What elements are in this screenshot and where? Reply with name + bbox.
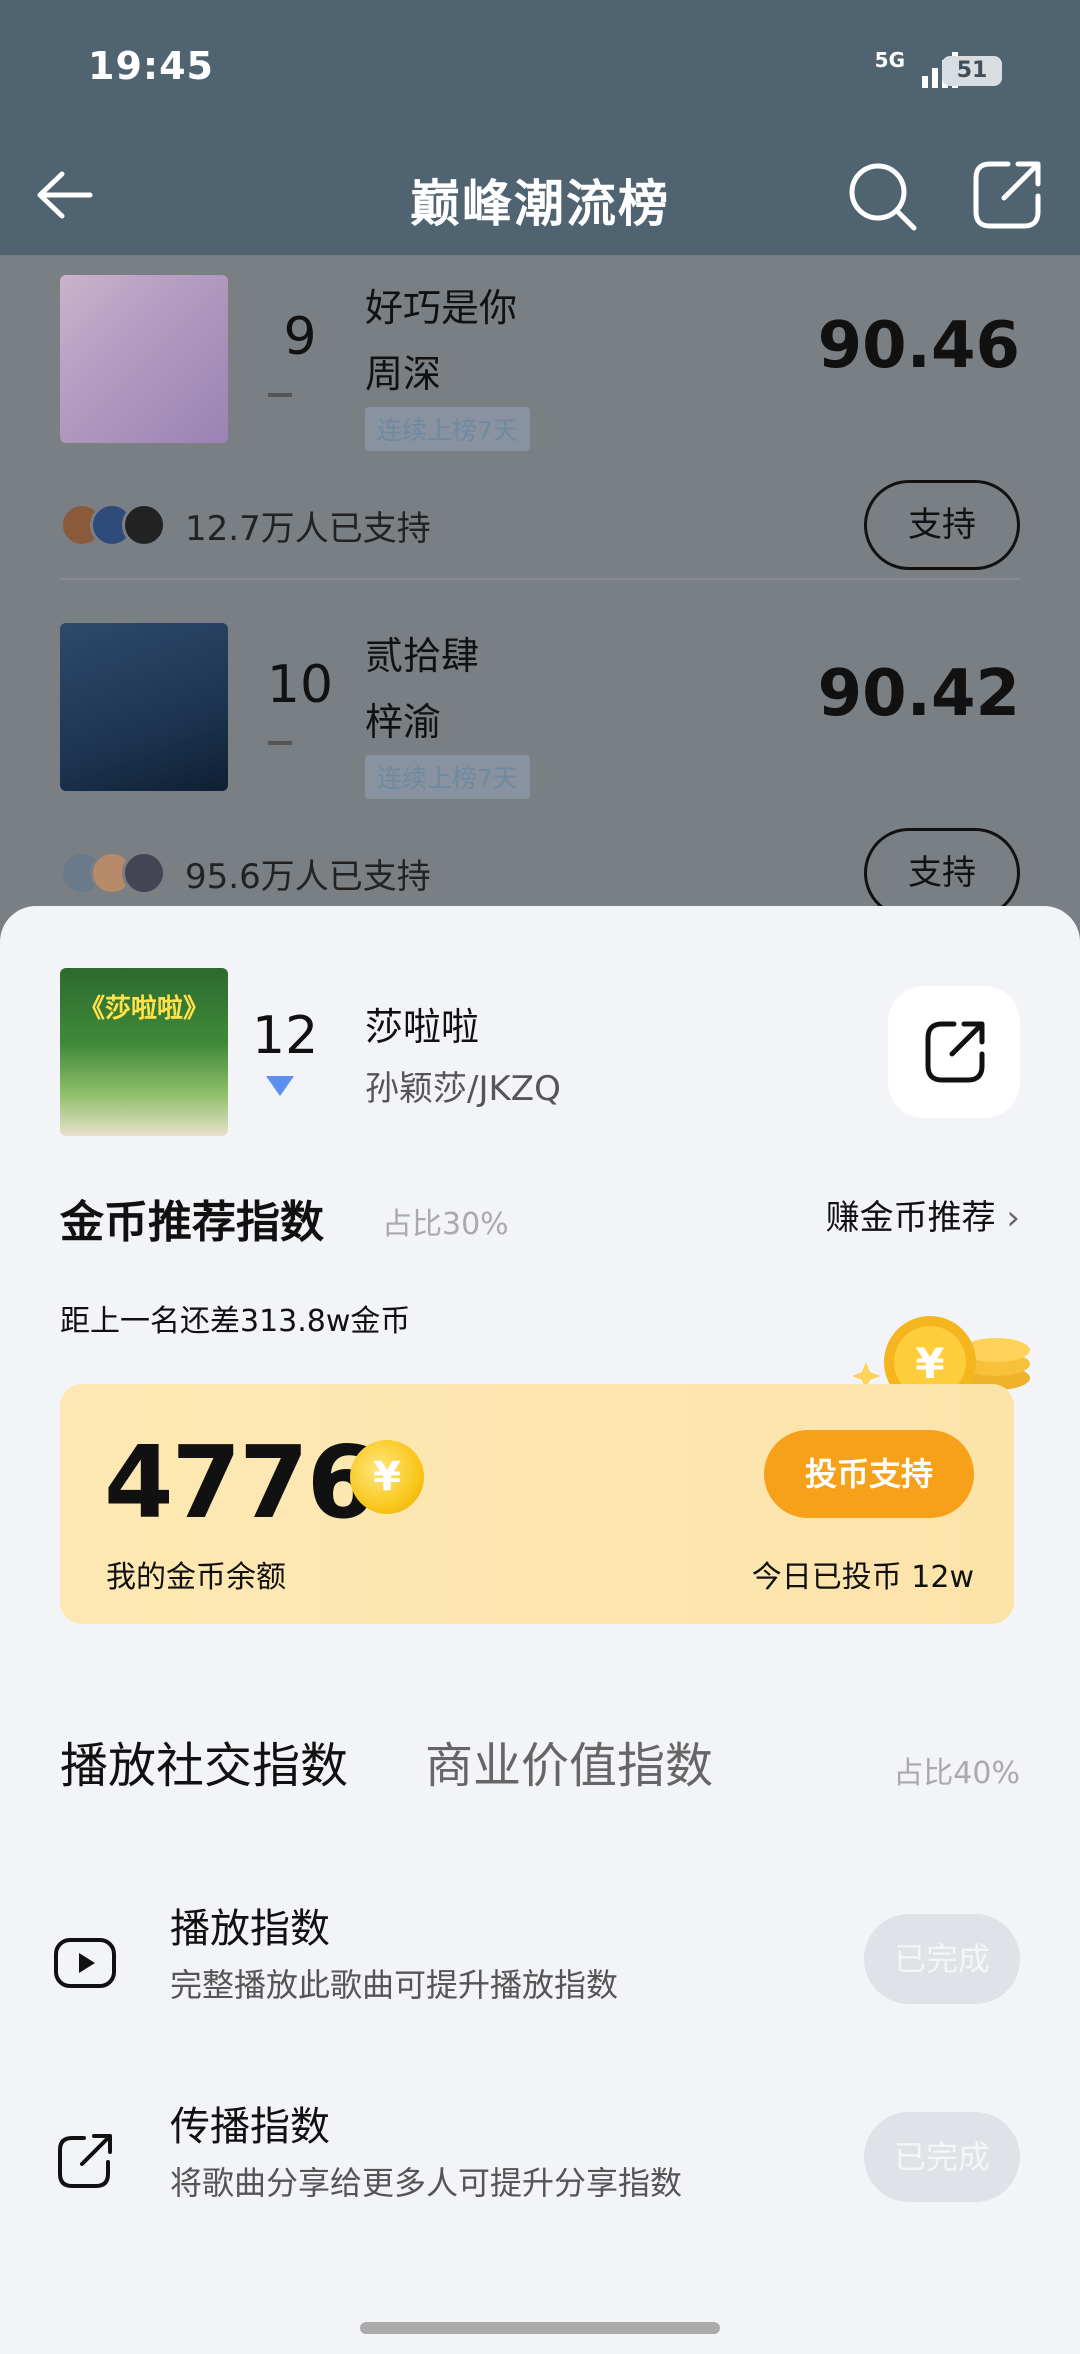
support-button[interactable]: 支持 (864, 480, 1020, 570)
supporter-avatars (60, 851, 175, 895)
status-time: 19:45 (88, 44, 214, 88)
share-icon[interactable] (968, 156, 1046, 234)
task-description: 将歌曲分享给更多人可提升分享指数 (170, 2164, 683, 2202)
network-label: 5G (874, 48, 905, 72)
current-song-title: 莎啦啦 (365, 1005, 480, 1049)
home-indicator[interactable] (360, 2322, 720, 2334)
album-cover (60, 623, 228, 791)
coin-icon: ¥ (350, 1440, 424, 1514)
top-bar: 巅峰潮流榜 (0, 140, 1080, 255)
supporter-count: 95.6万人已支持 (185, 857, 431, 897)
task-description: 完整播放此歌曲可提升播放指数 (170, 1966, 619, 2004)
task-item-play: 播放指数 完整播放此歌曲可提升播放指数 已完成 (0, 1896, 1080, 2036)
rank-unchanged-indicator (268, 741, 292, 745)
score-value: 90.42 (817, 657, 1020, 731)
ranking-list: 9 好巧是你 周深 连续上榜7天 90.46 12.7万人已支持 支持 10 贰… (0, 255, 1080, 955)
earn-coins-link[interactable]: 赚金币推荐 › (826, 1190, 1020, 1239)
supporter-count: 12.7万人已支持 (185, 509, 431, 549)
gap-text: 距上一名还差313.8w金币 (60, 1304, 411, 1339)
coin-index-ratio: 占比30% (382, 1207, 509, 1242)
vote-coin-button[interactable]: 投币支持 (764, 1430, 974, 1518)
completed-button[interactable]: 已完成 (864, 2112, 1020, 2202)
bottom-sheet: 《莎啦啦》 12 莎啦啦 孙颖莎/JKZQ 金币推荐指数 占比30% 赚金币推荐… (0, 906, 1080, 2354)
completed-button[interactable]: 已完成 (864, 1914, 1020, 2004)
today-voted-text: 今日已投币 12w (751, 1560, 974, 1595)
task-item-share: 传播指数 将歌曲分享给更多人可提升分享指数 已完成 (0, 2094, 1080, 2234)
rank-down-icon (266, 1076, 294, 1096)
divider (60, 578, 1020, 580)
rank-number: 10 (266, 655, 334, 715)
play-icon (54, 1938, 116, 1988)
tab-commercial-value[interactable]: 商业价值指数 (425, 1726, 713, 1796)
streak-badge: 连续上榜7天 (365, 407, 530, 451)
song-title: 好巧是你 (365, 286, 518, 330)
artist-name: 周深 (365, 352, 442, 396)
search-icon[interactable] (844, 158, 920, 234)
song-title: 贰拾肆 (365, 634, 480, 678)
current-artist: 孙颖莎/JKZQ (365, 1069, 561, 1109)
artist-name: 梓渝 (365, 700, 442, 744)
share-icon (925, 1021, 985, 1083)
rank-unchanged-indicator (268, 393, 292, 397)
tab-play-social[interactable]: 播放社交指数 (60, 1726, 348, 1796)
battery-indicator: 51 (942, 56, 1002, 86)
tab-ratio: 占比40% (893, 1756, 1020, 1791)
svg-text:¥: ¥ (915, 1339, 944, 1388)
album-cover (60, 275, 228, 443)
list-item[interactable]: 9 好巧是你 周深 连续上榜7天 90.46 12.7万人已支持 支持 (60, 275, 1020, 615)
chevron-right-icon: › (1006, 1198, 1020, 1238)
cover-title: 《莎啦啦》 (78, 994, 209, 1024)
task-title: 播放指数 (170, 1906, 330, 1952)
earn-coins-label: 赚金币推荐 (825, 1198, 996, 1238)
current-album-cover: 《莎啦啦》 (60, 968, 228, 1136)
streak-badge: 连续上榜7天 (365, 755, 530, 799)
coin-balance-card: 4776 ¥ 我的金币余额 投币支持 今日已投币 12w (60, 1384, 1014, 1624)
share-button[interactable] (888, 986, 1020, 1118)
coin-balance-label: 我的金币余额 (106, 1560, 286, 1595)
supporter-avatars (60, 503, 175, 547)
share-icon (58, 2134, 112, 2188)
support-button[interactable]: 支持 (864, 828, 1020, 918)
task-title: 传播指数 (170, 2104, 330, 2150)
rank-number: 9 (283, 307, 317, 367)
score-value: 90.46 (817, 309, 1020, 383)
current-rank: 12 (252, 1006, 319, 1066)
coin-index-title: 金币推荐指数 (60, 1197, 324, 1248)
coin-balance: 4776 (104, 1424, 376, 1541)
status-bar: 19:45 5G 51 (0, 0, 1080, 140)
